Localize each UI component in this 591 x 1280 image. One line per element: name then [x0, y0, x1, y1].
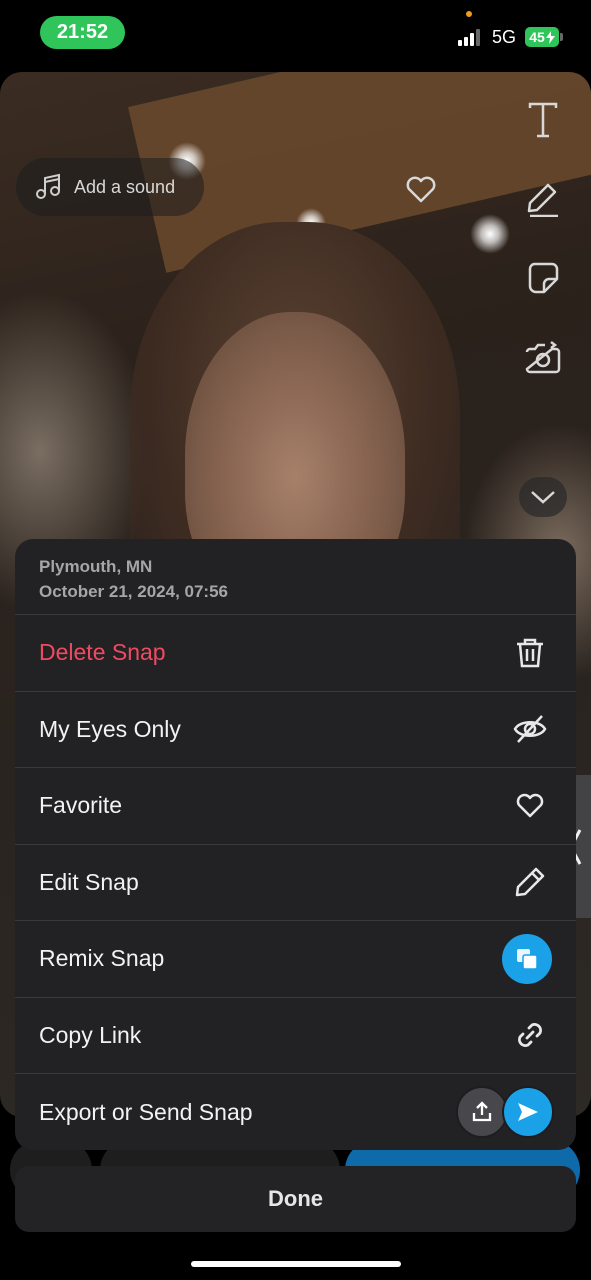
menu-item-label: Edit Snap: [39, 868, 139, 895]
pencil-icon: [512, 864, 548, 900]
home-indicator[interactable]: [191, 1261, 401, 1267]
delete-snap-item[interactable]: Delete Snap: [15, 615, 576, 692]
remix-snap-item[interactable]: Remix Snap: [15, 921, 576, 998]
export-send-item[interactable]: Export or Send Snap: [15, 1074, 576, 1150]
trash-icon: [512, 635, 548, 671]
text-icon: [528, 102, 558, 138]
battery-cap: [560, 33, 563, 41]
snap-metadata: Plymouth, MN October 21, 2024, 07:56: [15, 539, 576, 615]
heart-icon[interactable]: [404, 173, 438, 207]
menu-item-label: Favorite: [39, 792, 123, 819]
eye-off-icon: [512, 711, 548, 747]
chevron-down-icon: [531, 491, 555, 504]
battery-level: 45: [529, 29, 545, 45]
menu-item-label: Delete Snap: [39, 639, 166, 666]
pencil-icon: [527, 183, 558, 217]
heart-icon: [512, 788, 548, 824]
link-icon: [512, 1017, 548, 1053]
my-eyes-only-item[interactable]: My Eyes Only: [15, 692, 576, 768]
send-icon[interactable]: [502, 1086, 554, 1139]
export-send-icon: [456, 1086, 554, 1139]
network-type: 5G: [492, 27, 517, 47]
copy-link-item[interactable]: Copy Link: [15, 998, 576, 1074]
done-button[interactable]: Done: [15, 1166, 576, 1232]
export-icon[interactable]: [456, 1086, 508, 1139]
add-sound-label: Add a sound: [74, 176, 176, 197]
music-note-icon: [36, 173, 60, 199]
snap-options-sheet: Plymouth, MN October 21, 2024, 07:56 Del…: [15, 539, 576, 1150]
add-sound-button[interactable]: Add a sound: [16, 158, 204, 216]
menu-item-label: Export or Send Snap: [39, 1098, 253, 1125]
text-tool-button[interactable]: [522, 99, 564, 141]
remix-icon: [502, 933, 552, 984]
sticker-tool-button[interactable]: [522, 257, 564, 299]
more-tools-button[interactable]: [519, 477, 567, 517]
status-bar: 21:52 5G 45: [0, 0, 591, 70]
menu-item-label: Remix Snap: [39, 945, 165, 972]
camera-flip-icon: [525, 341, 561, 374]
draw-tool-button[interactable]: [522, 178, 564, 220]
favorite-item[interactable]: Favorite: [15, 768, 576, 845]
cellular-signal-icon: [458, 29, 484, 46]
sticker-icon: [528, 262, 559, 294]
status-time[interactable]: 21:52: [40, 16, 125, 49]
privacy-indicator-dot: [466, 11, 472, 17]
battery-icon: 45: [525, 27, 559, 47]
ceiling-light: [470, 214, 510, 254]
snap-datetime: October 21, 2024, 07:56: [39, 582, 229, 601]
menu-item-label: Copy Link: [39, 1021, 142, 1048]
camera-tool-button[interactable]: [522, 336, 564, 378]
menu-item-label: My Eyes Only: [39, 715, 181, 742]
edit-snap-item[interactable]: Edit Snap: [15, 845, 576, 921]
snap-location: Plymouth, MN: [39, 557, 153, 576]
